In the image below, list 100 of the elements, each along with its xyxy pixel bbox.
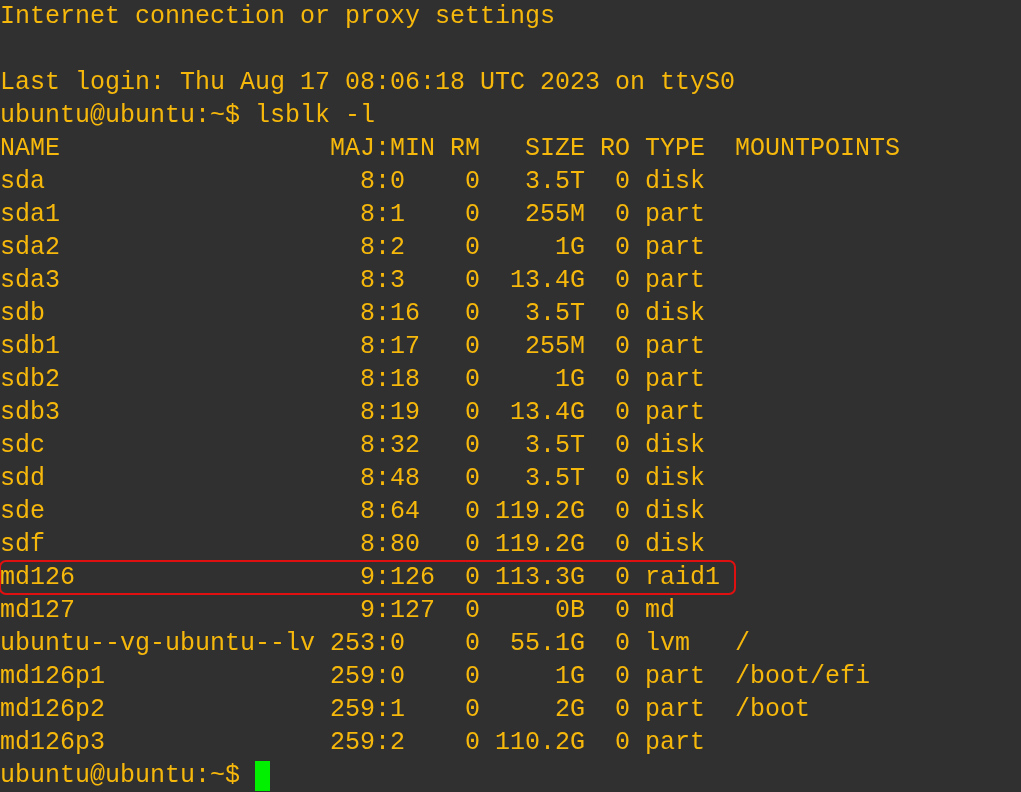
- command-text: lsblk -l: [255, 100, 376, 132]
- read-only-value: 0: [614, 463, 631, 495]
- mount-point: /boot/efi: [735, 661, 872, 693]
- device-type: part: [645, 727, 707, 759]
- removable-value: 0: [464, 364, 481, 396]
- device-number: 8:0: [359, 166, 407, 198]
- device-number: 8:3: [359, 265, 407, 297]
- shell-prompt: ubuntu@ubuntu:~$: [0, 100, 241, 132]
- device-name: sdb2: [0, 364, 61, 396]
- removable-value: 0: [464, 298, 481, 330]
- device-size: 255M: [524, 199, 586, 231]
- device-size: 3.5T: [524, 166, 586, 198]
- device-type: part: [645, 694, 707, 726]
- device-size: 2G: [554, 694, 586, 726]
- device-number: 259:0: [330, 661, 407, 693]
- device-number: 9:126: [359, 562, 436, 594]
- device-size: 0B: [554, 595, 586, 627]
- column-header: RO: [600, 133, 631, 165]
- device-name: sda2: [0, 232, 61, 264]
- device-type: disk: [645, 529, 707, 561]
- read-only-value: 0: [614, 595, 631, 627]
- device-name: sdb3: [0, 397, 61, 429]
- device-size: 1G: [554, 232, 586, 264]
- column-header: RM: [450, 133, 481, 165]
- removable-value: 0: [464, 562, 481, 594]
- removable-value: 0: [464, 166, 481, 198]
- read-only-value: 0: [614, 364, 631, 396]
- device-size: 13.4G: [509, 265, 586, 297]
- device-name: md126: [0, 562, 76, 594]
- removable-value: 0: [464, 529, 481, 561]
- device-type: part: [645, 199, 707, 231]
- device-size: 3.5T: [524, 430, 586, 462]
- device-size: 1G: [554, 364, 586, 396]
- device-number: 8:64: [359, 496, 422, 528]
- read-only-value: 0: [614, 628, 631, 660]
- column-header: NAME: [0, 133, 61, 165]
- device-type: disk: [645, 463, 707, 495]
- device-name: sde: [0, 496, 46, 528]
- device-name: sdf: [0, 529, 46, 561]
- device-name: sda: [0, 166, 46, 198]
- removable-value: 0: [464, 199, 481, 231]
- mount-point: /boot: [735, 694, 812, 726]
- text-cursor: [255, 760, 271, 791]
- device-number: 8:48: [359, 463, 422, 495]
- read-only-value: 0: [614, 529, 631, 561]
- terminal-message: Internet connection or proxy settings: [0, 1, 556, 33]
- device-number: 253:0: [330, 628, 407, 660]
- read-only-value: 0: [614, 166, 631, 198]
- removable-value: 0: [464, 694, 481, 726]
- device-number: 8:1: [359, 199, 407, 231]
- device-type: part: [645, 232, 707, 264]
- device-size: 110.2G: [495, 727, 586, 759]
- read-only-value: 0: [614, 661, 631, 693]
- device-number: 8:17: [359, 331, 422, 363]
- device-type: disk: [645, 496, 707, 528]
- device-number: 8:16: [359, 298, 422, 330]
- read-only-value: 0: [614, 694, 631, 726]
- device-type: raid1: [645, 562, 721, 594]
- device-name: md126p3: [0, 727, 107, 759]
- device-name: md126p2: [0, 694, 107, 726]
- read-only-value: 0: [614, 430, 631, 462]
- device-type: lvm: [645, 628, 692, 660]
- device-name: sdc: [0, 430, 46, 462]
- device-type: disk: [645, 166, 707, 198]
- shell-prompt: ubuntu@ubuntu:~$: [0, 760, 241, 792]
- device-type: disk: [645, 298, 707, 330]
- device-type: md: [645, 595, 677, 627]
- device-name: md127: [0, 595, 76, 627]
- read-only-value: 0: [614, 562, 631, 594]
- device-size: 55.1G: [509, 628, 586, 660]
- removable-value: 0: [464, 463, 481, 495]
- device-type: part: [645, 364, 707, 396]
- read-only-value: 0: [614, 265, 631, 297]
- removable-value: 0: [464, 496, 481, 528]
- removable-value: 0: [464, 595, 481, 627]
- column-header: MAJ:MIN: [330, 133, 436, 165]
- device-name: md126p1: [0, 661, 107, 693]
- removable-value: 0: [464, 661, 481, 693]
- device-number: 8:19: [359, 397, 422, 429]
- device-name: sdb1: [0, 331, 61, 363]
- device-number: 8:2: [359, 232, 407, 264]
- column-header: SIZE: [524, 133, 586, 165]
- last-login-text: Last login: Thu Aug 17 08:06:18 UTC 2023 on ttyS0: [0, 67, 736, 99]
- read-only-value: 0: [614, 397, 631, 429]
- device-number: 8:32: [359, 430, 422, 462]
- device-type: part: [645, 331, 707, 363]
- device-size: 13.4G: [509, 397, 586, 429]
- device-size: 119.2G: [495, 496, 586, 528]
- removable-value: 0: [464, 331, 481, 363]
- device-size: 255M: [524, 331, 586, 363]
- read-only-value: 0: [614, 496, 631, 528]
- read-only-value: 0: [614, 331, 631, 363]
- removable-value: 0: [464, 265, 481, 297]
- device-name: sdb: [0, 298, 46, 330]
- read-only-value: 0: [614, 298, 631, 330]
- device-number: 8:18: [359, 364, 422, 396]
- read-only-value: 0: [614, 727, 631, 759]
- device-size: 119.2G: [495, 529, 586, 561]
- device-name: sda1: [0, 199, 61, 231]
- device-type: part: [645, 661, 707, 693]
